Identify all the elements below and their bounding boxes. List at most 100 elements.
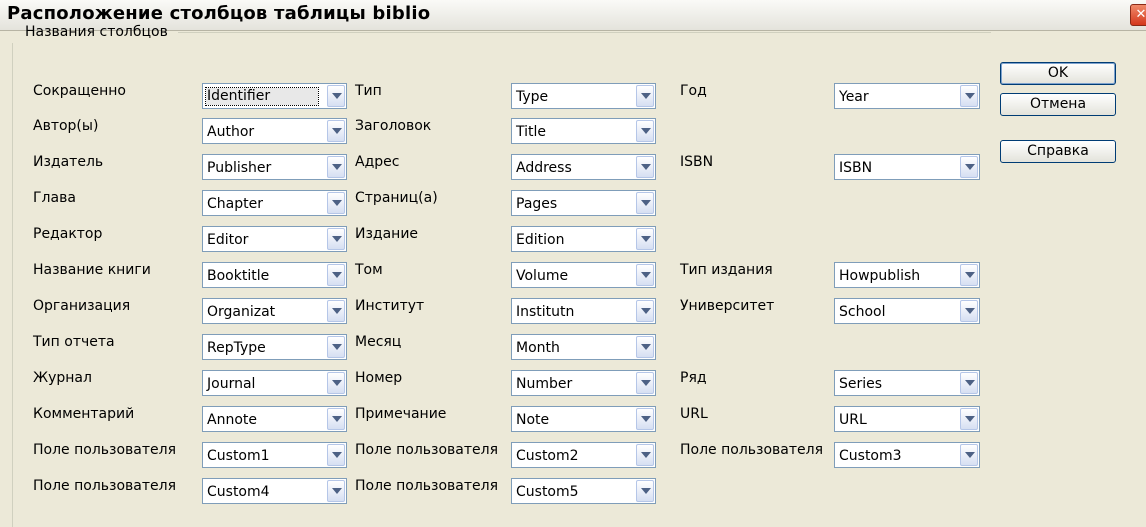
column-select-value: Journal [207,376,256,392]
column-select[interactable]: ISBN [834,154,980,180]
column-select-value: RepType [207,340,266,356]
cancel-button[interactable]: Отмена [1000,93,1116,116]
column-select[interactable]: Type [511,83,656,109]
column-select[interactable]: Organizat [202,298,347,324]
chevron-down-icon[interactable] [327,444,345,466]
field-label: Заголовок [355,118,432,134]
column-select-value: Booktitle [207,268,270,284]
chevron-down-icon[interactable] [327,120,345,142]
chevron-down-icon[interactable] [327,336,345,358]
column-select[interactable]: URL [834,406,980,432]
column-select-value: Custom4 [207,484,270,500]
field-label: Сокращенно [33,83,126,99]
column-select[interactable]: Custom3 [834,442,980,468]
column-select[interactable]: Edition [511,226,656,252]
field-label: Ряд [680,370,707,386]
field-label: Автор(ы) [33,118,99,134]
column-select-value: Type [516,89,549,105]
column-select-value: Chapter [207,196,263,212]
chevron-down-icon[interactable] [636,264,654,286]
column-select[interactable]: Chapter [202,190,347,216]
column-select[interactable]: Howpublish [834,262,980,288]
window-title: Расположение столбцов таблицы biblio [7,3,431,24]
column-select[interactable]: Editor [202,226,347,252]
column-select[interactable]: Publisher [202,154,347,180]
field-label: Примечание [355,406,447,422]
column-select[interactable]: Custom4 [202,478,347,504]
chevron-down-icon[interactable] [960,372,978,394]
chevron-down-icon[interactable] [636,85,654,107]
chevron-down-icon[interactable] [327,264,345,286]
column-select-value: Author [207,124,255,140]
column-select[interactable]: Institutn [511,298,656,324]
field-label: Комментарий [33,406,135,422]
chevron-down-icon[interactable] [327,300,345,322]
column-select-value: Series [839,376,883,392]
column-select[interactable]: Year [834,83,980,109]
chevron-down-icon[interactable] [960,408,978,430]
column-select[interactable]: Title [511,118,656,144]
chevron-down-icon[interactable] [636,156,654,178]
chevron-down-icon[interactable] [327,228,345,250]
chevron-down-icon[interactable] [636,228,654,250]
column-select-value: Custom2 [516,448,579,464]
help-button[interactable]: Справка [1000,140,1116,163]
column-select-value: School [839,304,886,320]
chevron-down-icon[interactable] [960,85,978,107]
field-label: Организация [33,298,131,314]
chevron-down-icon[interactable] [960,444,978,466]
column-select[interactable]: Custom5 [511,478,656,504]
column-select[interactable]: Volume [511,262,656,288]
column-select[interactable]: Booktitle [202,262,347,288]
chevron-down-icon[interactable] [636,120,654,142]
column-select[interactable]: Custom2 [511,442,656,468]
column-select-value: Note [516,412,550,428]
field-label: Страниц(а) [355,190,438,206]
chevron-down-icon[interactable] [636,336,654,358]
chevron-down-icon[interactable] [636,192,654,214]
chevron-down-icon[interactable] [636,372,654,394]
field-label: Поле пользователя [355,478,499,494]
chevron-down-icon[interactable] [636,300,654,322]
chevron-down-icon[interactable] [960,264,978,286]
close-button[interactable]: ✕ [1130,4,1146,26]
column-select[interactable]: Author [202,118,347,144]
column-select-value: Number [516,376,573,392]
chevron-down-icon[interactable] [636,480,654,502]
chevron-down-icon[interactable] [327,85,345,107]
title-bar: Расположение столбцов таблицы biblio ✕ [0,0,1146,31]
column-select[interactable]: RepType [202,334,347,360]
chevron-down-icon[interactable] [636,444,654,466]
column-select-value: Editor [207,232,249,248]
chevron-down-icon[interactable] [327,192,345,214]
chevron-down-icon[interactable] [327,480,345,502]
chevron-down-icon[interactable] [327,372,345,394]
column-select[interactable]: Pages [511,190,656,216]
column-select[interactable]: Address [511,154,656,180]
column-select[interactable]: Custom1 [202,442,347,468]
field-label: Поле пользователя [33,478,177,494]
column-select-value: Institutn [516,304,575,320]
column-select[interactable]: Annote [202,406,347,432]
column-select[interactable]: Note [511,406,656,432]
column-select-value: Howpublish [839,268,921,284]
column-select[interactable]: Number [511,370,656,396]
field-label: Институт [355,298,425,314]
column-select[interactable]: Identifier [202,83,347,109]
field-label: Год [680,83,707,99]
chevron-down-icon[interactable] [960,156,978,178]
column-select[interactable]: School [834,298,980,324]
chevron-down-icon[interactable] [960,300,978,322]
ok-button[interactable]: OK [1000,62,1116,85]
column-select-value: Edition [516,232,565,248]
column-select[interactable]: Journal [202,370,347,396]
chevron-down-icon[interactable] [636,408,654,430]
field-label: Редактор [33,226,103,242]
field-label: Издание [355,226,419,242]
column-select[interactable]: Month [511,334,656,360]
chevron-down-icon[interactable] [327,156,345,178]
column-select[interactable]: Series [834,370,980,396]
field-label: Поле пользователя [680,442,824,458]
column-select-value: Title [516,124,547,140]
chevron-down-icon[interactable] [327,408,345,430]
